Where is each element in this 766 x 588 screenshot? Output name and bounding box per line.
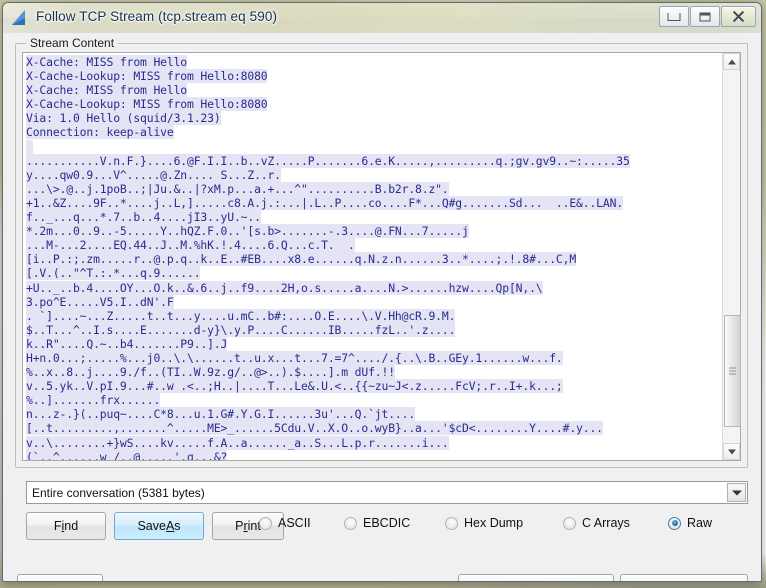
maximize-icon	[699, 12, 711, 21]
close-button[interactable]: Close	[620, 574, 748, 581]
format-radio-label: Hex Dump	[464, 516, 524, 530]
format-radio-ebcdic[interactable]: EBCDIC	[344, 516, 410, 530]
conversation-select-dropdown-button[interactable]	[727, 483, 746, 502]
radio-indicator-selected	[668, 516, 681, 530]
radio-indicator	[259, 516, 272, 530]
help-button[interactable]: Help	[17, 574, 103, 581]
format-radio-ascii[interactable]: ASCII	[259, 516, 311, 530]
format-radio-label: Raw	[687, 516, 713, 530]
radio-indicator	[344, 516, 357, 530]
filter-out-this-stream-button[interactable]: Filter Out This Stream	[458, 574, 614, 582]
filter-out-label: Filter Out This Stream	[475, 581, 597, 582]
wireshark-shark-fin-icon	[12, 10, 25, 25]
window-title: Follow TCP Stream (tcp.stream eq 590)	[36, 9, 278, 24]
conversation-select-value: Entire conversation (5381 bytes)	[32, 485, 205, 500]
format-radio-label: ASCII	[278, 516, 311, 530]
minimize-button[interactable]	[659, 6, 689, 27]
format-radio-raw[interactable]: Raw	[668, 516, 712, 530]
chevron-down-icon	[727, 449, 736, 454]
close-icon	[732, 10, 745, 23]
radio-indicator	[563, 516, 576, 530]
scroll-down-button[interactable]	[723, 443, 740, 460]
vertical-scrollbar[interactable]	[722, 53, 741, 460]
save-as-button[interactable]: Save As	[114, 512, 204, 540]
close-window-button[interactable]	[721, 6, 756, 27]
maximize-button[interactable]	[690, 6, 720, 27]
window-client-area: Stream Content X-Cache: MISS from Hello …	[3, 33, 761, 581]
chevron-up-icon	[727, 59, 736, 64]
format-radio-c-arrays[interactable]: C Arrays	[563, 516, 630, 530]
scroll-up-button[interactable]	[723, 53, 740, 70]
radio-indicator	[445, 516, 458, 530]
follow-tcp-stream-window: Follow TCP Stream (tcp.stream eq 590) St…	[2, 2, 762, 582]
chevron-down-icon	[731, 490, 742, 495]
format-radio-hex-dump[interactable]: Hex Dump	[445, 516, 523, 530]
window-controls	[659, 6, 756, 27]
format-radio-label: C Arrays	[582, 516, 630, 530]
title-bar[interactable]: Follow TCP Stream (tcp.stream eq 590)	[3, 3, 761, 34]
format-radio-label: EBCDIC	[363, 516, 411, 530]
find-button[interactable]: Fi nd	[26, 512, 106, 540]
stream-text: X-Cache: MISS from Hello X-Cache-Lookup:…	[26, 55, 722, 460]
stream-text-viewport[interactable]: X-Cache: MISS from Hello X-Cache-Lookup:…	[23, 53, 722, 460]
stream-content-group: Stream Content X-Cache: MISS from Hello …	[15, 36, 748, 468]
minimize-icon	[667, 12, 681, 21]
scrollbar-thumb[interactable]	[724, 315, 741, 427]
stream-content-textbox[interactable]: X-Cache: MISS from Hello X-Cache-Lookup:…	[22, 52, 741, 461]
conversation-select[interactable]: Entire conversation (5381 bytes)	[26, 481, 748, 504]
stream-content-label: Stream Content	[26, 36, 119, 50]
